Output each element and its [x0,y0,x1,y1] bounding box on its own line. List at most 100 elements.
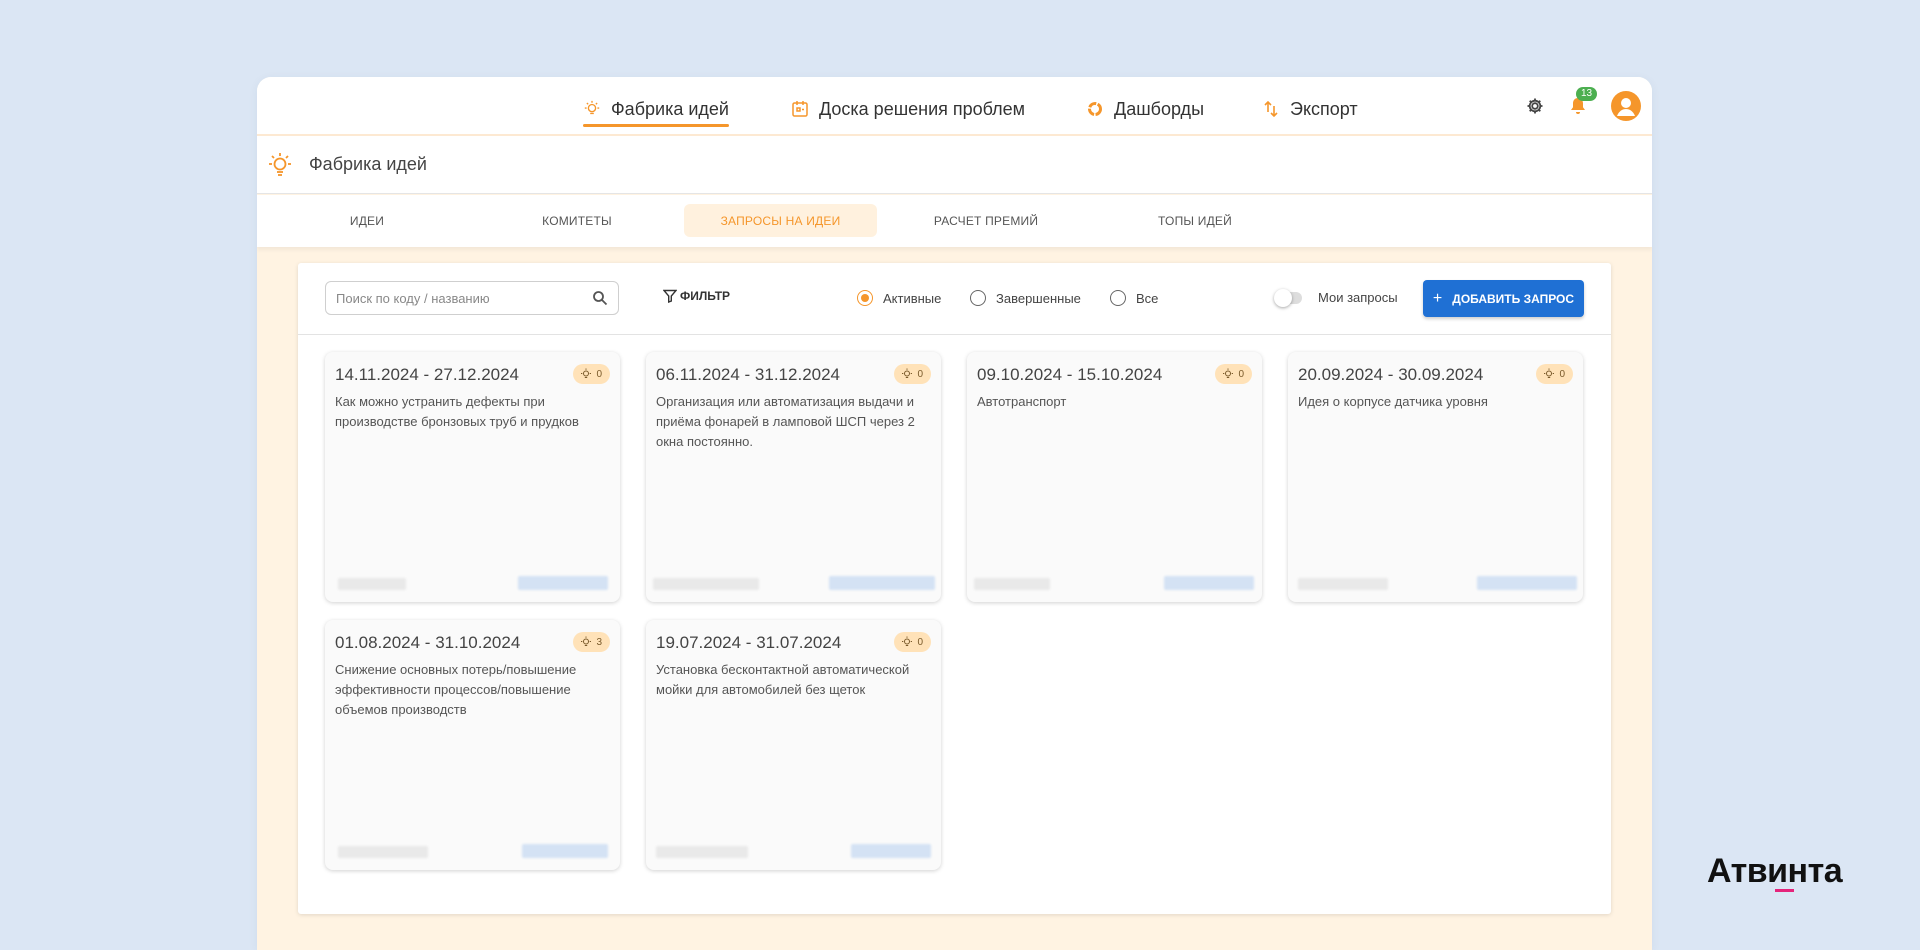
tab-top-ideas[interactable]: ТОПЫ ИДЕЙ [1125,204,1265,237]
blurred-link [518,576,608,590]
top-navigation: Фабрика идей Доска решения проблем Дашбо… [257,77,1652,136]
donut-chart-icon [1086,100,1104,118]
request-card[interactable]: 14.11.2024 - 27.12.2024 0 Как можно устр… [325,352,620,602]
ideas-count: 0 [1559,368,1565,380]
plus-icon: + [1432,289,1443,307]
radio-circle [1110,290,1126,306]
radio-label: Все [1136,290,1159,306]
radio-label: Активные [883,290,942,306]
nav-label: Доска решения проблем [819,98,1026,119]
nav-label: Экспорт [1290,98,1358,119]
blurred-link [851,844,931,858]
requests-panel: ФИЛЬТР Активные Завершенные Все Мои запр… [298,263,1611,914]
notifications-bell-icon[interactable]: 13 [1567,87,1598,117]
my-requests-switch: Мои запросы [1274,288,1398,307]
filter-funnel-icon [663,289,677,303]
blurred-link [522,844,608,858]
section-header: Фабрика идей [257,136,1652,194]
top-right-actions: 13 [1525,87,1641,121]
tab-ideas[interactable]: ИДЕИ [297,204,437,237]
brand-logo-accent [1775,889,1794,892]
blurred-link [1164,576,1254,590]
app-window: Фабрика идей Доска решения проблем Дашбо… [257,77,1652,950]
search-input[interactable] [336,290,592,306]
user-avatar-icon[interactable] [1611,91,1641,121]
lightbulb-icon [901,368,913,380]
ideas-count-badge: 0 [894,364,931,384]
blurred-link [829,576,935,590]
section-tabs: ИДЕИ КОМИТЕТЫ ЗАПРОСЫ НА ИДЕИ РАСЧЕТ ПРЕ… [257,195,1652,247]
tab-idea-requests[interactable]: ЗАПРОСЫ НА ИДЕИ [684,204,877,237]
card-description: Установка бесконтактной автоматической м… [656,662,910,697]
tab-bonus-calculation[interactable]: РАСЧЕТ ПРЕМИЙ [916,204,1056,237]
card-description: Идея о корпусе датчика уровня [1298,394,1488,409]
filter-label: ФИЛЬТР [680,289,731,303]
request-card[interactable]: 19.07.2024 - 31.07.2024 0 Установка беск… [646,620,941,870]
my-requests-toggle[interactable] [1274,288,1302,307]
request-card[interactable]: 20.09.2024 - 30.09.2024 0 Идея о корпусе… [1288,352,1583,602]
requests-toolbar: ФИЛЬТР Активные Завершенные Все Мои запр… [298,263,1611,335]
card-description: Снижение основных потерь/повышение эффек… [335,662,577,717]
nav-ideas-factory[interactable]: Фабрика идей [583,95,729,127]
blurred-link [1477,576,1577,590]
board-icon [791,100,809,118]
my-requests-label: Мои запросы [1318,290,1398,305]
lightbulb-icon [580,368,592,380]
lightbulb-icon [267,152,293,178]
radio-active[interactable]: Активные [857,290,941,306]
blurred-author [656,846,748,858]
radio-circle [970,290,986,306]
blurred-author [653,578,759,590]
lightbulb-icon [583,100,601,118]
tab-committees[interactable]: КОМИТЕТЫ [507,204,647,237]
ideas-count-badge: 0 [1536,364,1573,384]
ideas-count: 0 [596,368,602,380]
card-date-range: 01.08.2024 - 31.10.2024 [335,633,521,652]
ideas-count-badge: 0 [894,632,931,652]
gear-icon[interactable] [1525,96,1545,116]
notification-count-badge: 13 [1576,87,1598,101]
card-description: Как можно устранить дефекты при производ… [335,394,579,429]
add-request-label: ДОБАВИТЬ ЗАПРОС [1452,291,1575,306]
export-arrows-icon [1262,100,1280,118]
ideas-count: 0 [917,636,923,648]
nav-label: Фабрика идей [611,98,729,119]
nav-problem-board[interactable]: Доска решения проблем [791,95,1025,123]
ideas-count-badge: 0 [573,364,610,384]
blurred-author [338,846,428,858]
card-date-range: 14.11.2024 - 27.12.2024 [335,365,520,384]
ideas-count-badge: 3 [573,632,610,652]
card-description: Автотранспорт [977,394,1067,409]
lightbulb-icon [901,636,913,648]
request-card[interactable]: 06.11.2024 - 31.12.2024 0 Организация ил… [646,352,941,602]
request-card[interactable]: 09.10.2024 - 15.10.2024 0 Автотранспорт [967,352,1262,602]
add-request-button[interactable]: + ДОБАВИТЬ ЗАПРОС [1423,280,1584,317]
card-date-range: 09.10.2024 - 15.10.2024 [977,365,1163,384]
ideas-count-badge: 0 [1215,364,1252,384]
blurred-author [338,578,406,590]
nav-export[interactable]: Экспорт [1262,95,1358,123]
search-icon[interactable] [592,290,608,306]
radio-circle [857,290,873,306]
blurred-author [1298,578,1388,590]
lightbulb-icon [1222,368,1234,380]
ideas-count: 0 [917,368,923,380]
brand-logo: Атвинта [1707,852,1843,890]
search-field [325,281,619,315]
ideas-count: 0 [1238,368,1244,380]
radio-all[interactable]: Все [1110,290,1158,306]
card-date-range: 19.07.2024 - 31.07.2024 [656,633,842,652]
nav-dashboards[interactable]: Дашборды [1086,95,1204,123]
filter-button[interactable]: ФИЛЬТР [663,289,730,303]
ideas-count: 3 [596,636,602,648]
lightbulb-icon [1543,368,1555,380]
card-description: Организация или автоматизация выдачи и п… [656,394,915,449]
radio-completed[interactable]: Завершенные [970,290,1081,306]
nav-label: Дашборды [1114,98,1204,119]
radio-label: Завершенные [996,290,1081,306]
card-date-range: 06.11.2024 - 31.12.2024 [656,365,841,384]
lightbulb-icon [580,636,592,648]
blurred-author [974,578,1050,590]
page-title: Фабрика идей [309,154,427,174]
request-card[interactable]: 01.08.2024 - 31.10.2024 3 Снижение основ… [325,620,620,870]
